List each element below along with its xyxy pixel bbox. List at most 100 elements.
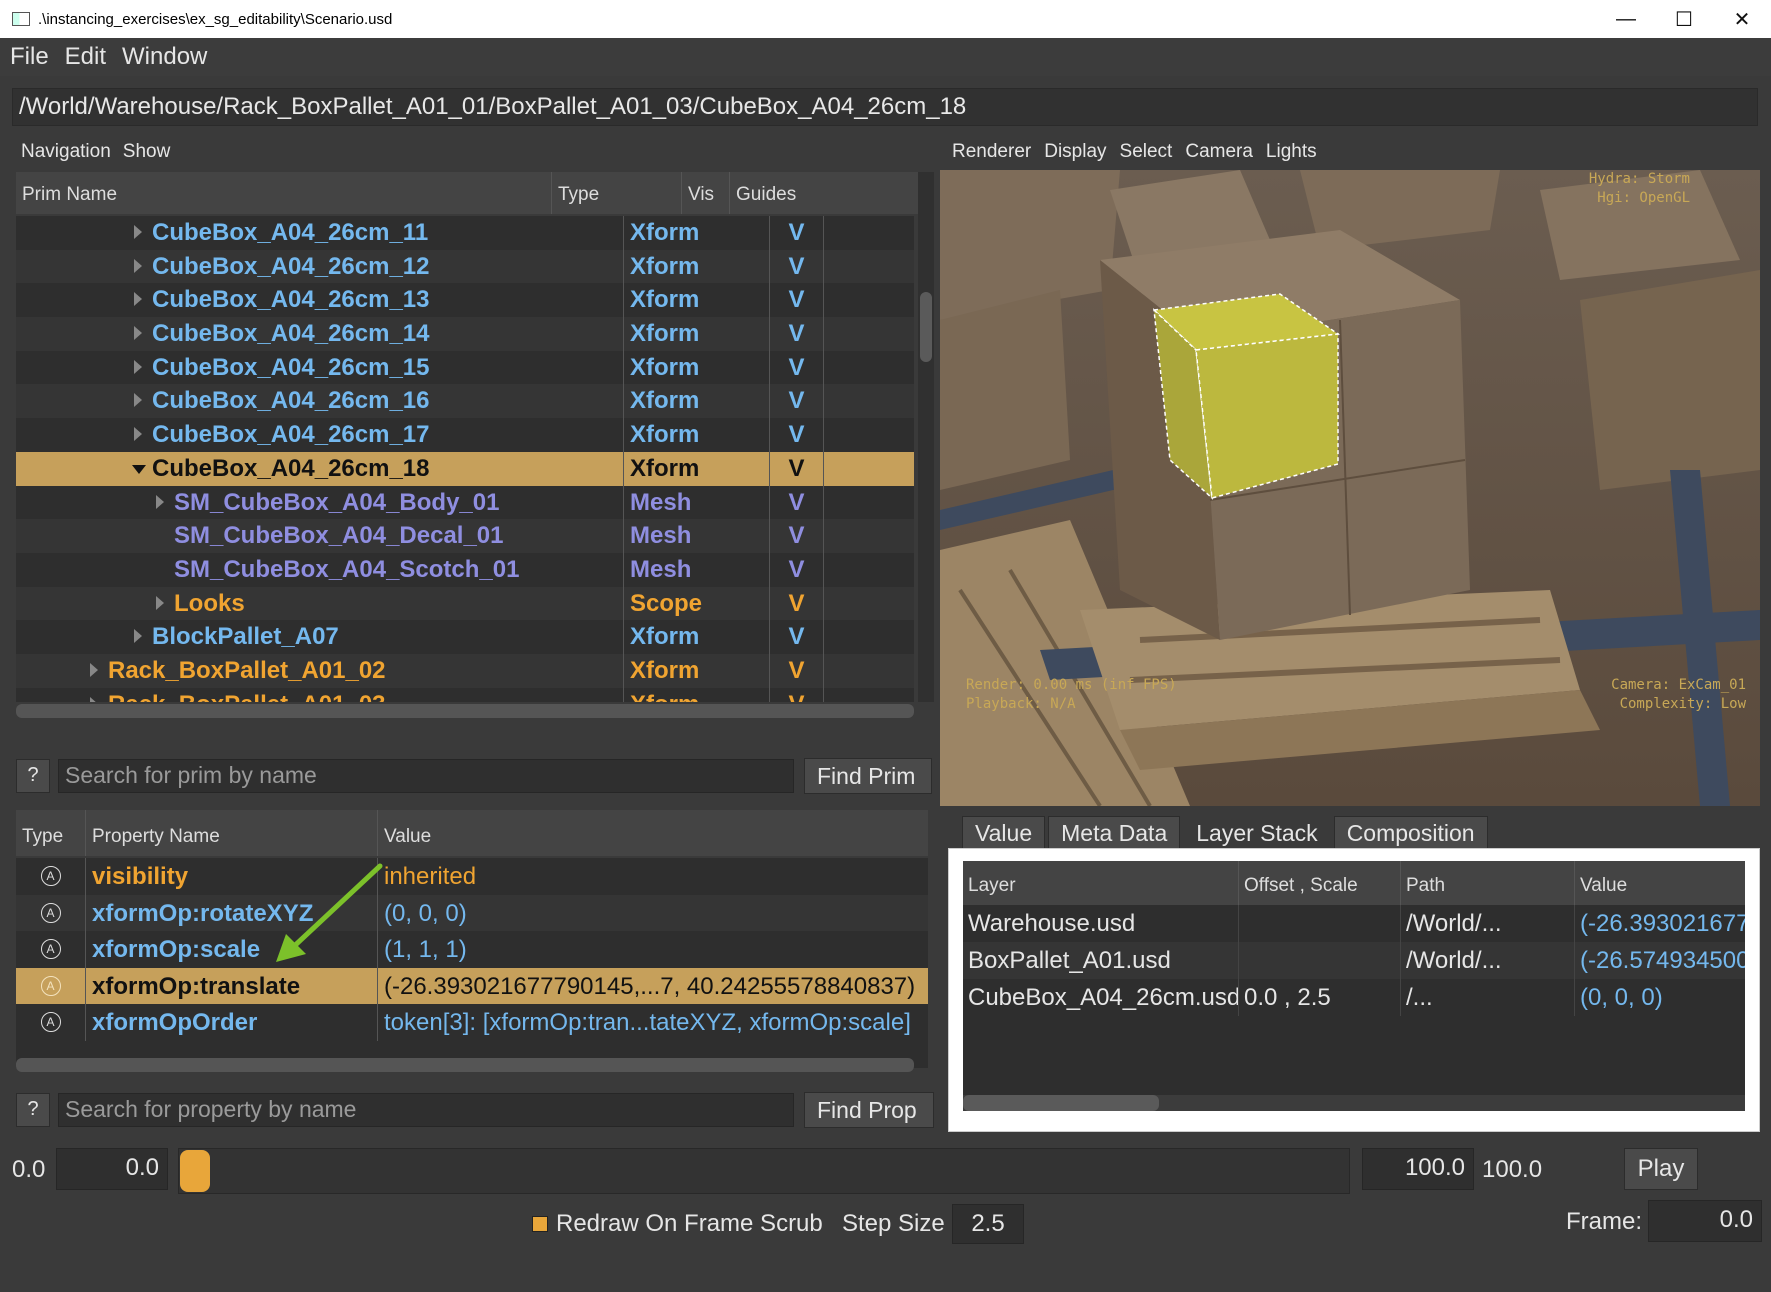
expand-arrow-icon[interactable] (134, 258, 142, 273)
find-prop-button[interactable]: Find Prop (804, 1092, 934, 1128)
prim-row[interactable]: CubeBox_A04_26cm_11 Xform V (16, 216, 914, 250)
column-vis[interactable]: Vis (682, 172, 730, 214)
expand-arrow-icon[interactable] (156, 494, 164, 509)
prim-row[interactable]: SM_CubeBox_A04_Body_01 Mesh V (16, 485, 914, 520)
prim-row[interactable]: CubeBox_A04_26cm_13 Xform V (16, 283, 914, 318)
property-horizontal-scrollbar[interactable] (16, 1058, 914, 1072)
prim-search-input[interactable]: Search for prim by name (58, 759, 794, 793)
expand-arrow-icon[interactable] (134, 629, 142, 644)
expand-arrow-icon[interactable] (134, 359, 142, 374)
minimize-button[interactable]: — (1597, 0, 1655, 38)
prim-vis-toggle[interactable]: V (770, 418, 824, 452)
scrollbar-thumb[interactable] (920, 292, 932, 362)
prim-tree-horizontal-scrollbar[interactable] (16, 704, 914, 718)
prim-row[interactable]: CubeBox_A04_26cm_12 Xform V (16, 249, 914, 284)
prim-vis-toggle[interactable]: V (770, 485, 824, 520)
prim-row[interactable]: Rack_BoxPallet_A01_02 Xform V (16, 653, 914, 688)
prim-row[interactable]: CubeBox_A04_26cm_14 Xform V (16, 317, 914, 351)
prim-vis-toggle[interactable]: V (770, 519, 824, 553)
property-row[interactable]: A xformOp:rotateXYZ (0, 0, 0) (16, 894, 928, 931)
menu-camera[interactable]: Camera (1185, 141, 1253, 163)
prim-row[interactable]: Rack_BoxPallet_A01_03 Xform V (16, 687, 914, 702)
menu-lights[interactable]: Lights (1266, 141, 1317, 163)
layer-row[interactable]: CubeBox_A04_26cm.usd 0.0 , 2.5 /... (0, … (963, 979, 1745, 1016)
prim-vis-toggle[interactable]: V (770, 653, 824, 688)
layer-row[interactable]: BoxPallet_A01.usd /World/... (-26.574934… (963, 942, 1745, 979)
menu-renderer[interactable]: Renderer (952, 141, 1031, 163)
column-prop-type[interactable]: Type (16, 810, 86, 856)
prim-row[interactable]: BlockPallet_A07 Xform V (16, 620, 914, 654)
menu-display[interactable]: Display (1044, 141, 1106, 163)
expand-arrow-icon[interactable] (134, 427, 142, 442)
menu-show[interactable]: Show (123, 141, 171, 163)
column-offset-scale[interactable]: Offset , Scale (1239, 861, 1401, 905)
prim-row[interactable]: CubeBox_A04_26cm_17 Xform V (16, 418, 914, 452)
expand-arrow-icon[interactable] (134, 393, 142, 408)
current-frame-field[interactable]: 0.0 (1648, 1200, 1762, 1242)
column-prim-name[interactable]: Prim Name (16, 172, 552, 214)
menu-file[interactable]: File (10, 43, 49, 71)
property-row[interactable]: A visibility inherited (16, 858, 928, 895)
layer-row[interactable]: Warehouse.usd /World/... (-26.393021677 (963, 905, 1745, 942)
column-guides[interactable]: Guides (730, 172, 816, 214)
end-frame-field[interactable]: 100.0 (1362, 1148, 1474, 1190)
expand-arrow-icon[interactable] (134, 225, 142, 239)
prim-path-field[interactable]: /World/Warehouse/Rack_BoxPallet_A01_01/B… (12, 88, 1758, 126)
property-row[interactable]: A xformOpOrder token[3]: [xformOp:tran..… (16, 1004, 928, 1041)
prim-vis-toggle[interactable]: V (770, 249, 824, 284)
prim-row[interactable]: Looks Scope V (16, 586, 914, 621)
expand-arrow-icon[interactable] (134, 326, 142, 341)
frame-slider-handle[interactable] (180, 1150, 210, 1192)
prim-vis-toggle[interactable]: V (770, 216, 824, 250)
expand-arrow-icon[interactable] (90, 662, 98, 677)
expand-arrow-icon[interactable] (90, 696, 98, 702)
start-frame-field[interactable]: 0.0 (56, 1148, 168, 1190)
3d-viewport[interactable]: Hydra: Storm Hgi: OpenGL Render: 0.00 ms… (940, 170, 1760, 806)
tab-composition[interactable]: Composition (1333, 816, 1488, 850)
menu-navigation[interactable]: Navigation (21, 141, 111, 163)
property-search-input[interactable]: Search for property by name (58, 1093, 794, 1127)
prim-vis-toggle[interactable]: V (770, 552, 824, 587)
prim-tree-vertical-scrollbar[interactable] (918, 172, 934, 702)
property-search-help-button[interactable]: ? (16, 1093, 50, 1127)
column-property-name[interactable]: Property Name (86, 810, 378, 856)
menu-window[interactable]: Window (122, 43, 207, 71)
redraw-on-scrub-checkbox[interactable] (532, 1216, 548, 1232)
column-type[interactable]: Type (552, 172, 682, 214)
layer-horizontal-scrollbar[interactable] (963, 1095, 1745, 1111)
prim-row[interactable]: SM_CubeBox_A04_Scotch_01 Mesh V (16, 552, 914, 587)
tab-value[interactable]: Value (962, 816, 1046, 850)
prim-row[interactable]: CubeBox_A04_26cm_15 Xform V (16, 350, 914, 385)
prim-row-selected[interactable]: CubeBox_A04_26cm_18 Xform V (16, 451, 914, 486)
prim-vis-toggle[interactable]: V (770, 283, 824, 318)
prim-vis-toggle[interactable]: V (770, 586, 824, 621)
prim-row[interactable]: CubeBox_A04_26cm_16 Xform V (16, 384, 914, 419)
tab-layer-stack[interactable]: Layer Stack (1183, 816, 1331, 850)
find-prim-button[interactable]: Find Prim (804, 758, 932, 794)
menu-select[interactable]: Select (1120, 141, 1173, 163)
prim-search-help-button[interactable]: ? (16, 759, 50, 793)
collapse-arrow-icon[interactable] (132, 464, 146, 474)
frame-slider[interactable] (178, 1148, 1350, 1194)
prim-vis-toggle[interactable]: V (770, 317, 824, 351)
menu-edit[interactable]: Edit (65, 43, 106, 71)
column-layer[interactable]: Layer (963, 861, 1239, 905)
prim-vis-toggle[interactable]: V (770, 384, 824, 419)
expand-arrow-icon[interactable] (134, 292, 142, 307)
property-row-selected[interactable]: A xformOp:translate (-26.393021677790145… (16, 967, 928, 1004)
tab-meta-data[interactable]: Meta Data (1048, 816, 1181, 850)
prim-vis-toggle[interactable]: V (770, 350, 824, 385)
prim-row[interactable]: SM_CubeBox_A04_Decal_01 Mesh V (16, 519, 914, 553)
expand-arrow-icon[interactable] (156, 595, 164, 610)
step-size-field[interactable]: 2.5 (952, 1204, 1024, 1244)
play-button[interactable]: Play (1624, 1148, 1698, 1190)
prim-vis-toggle[interactable]: V (770, 620, 824, 654)
maximize-button[interactable]: ☐ (1655, 0, 1713, 38)
property-row[interactable]: A xformOp:scale (1, 1, 1) (16, 931, 928, 968)
prim-vis-toggle[interactable]: V (770, 687, 824, 702)
prim-vis-toggle[interactable]: V (770, 451, 824, 486)
column-path[interactable]: Path (1401, 861, 1575, 905)
column-layer-value[interactable]: Value (1575, 861, 1745, 905)
close-button[interactable]: ✕ (1713, 0, 1771, 38)
column-value[interactable]: Value (378, 810, 928, 856)
